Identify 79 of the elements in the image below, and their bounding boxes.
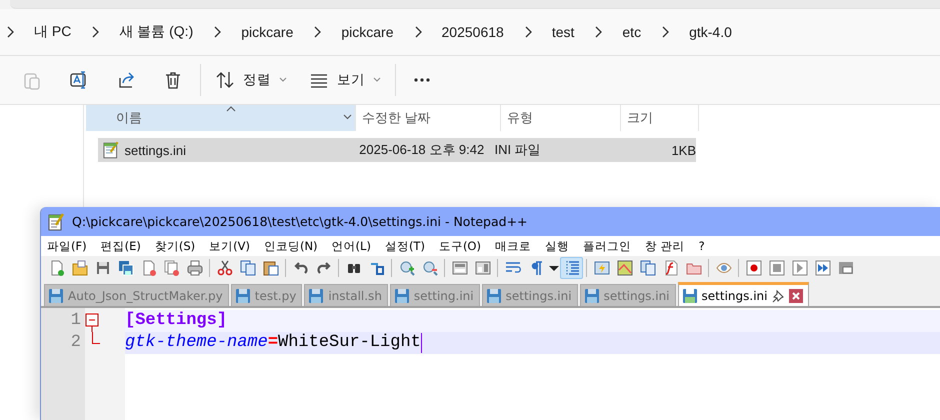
notepad-app-icon <box>48 212 64 230</box>
map-icon <box>616 260 632 276</box>
chevron-icon <box>414 26 422 38</box>
menu-item[interactable]: ? <box>698 239 705 253</box>
document-list-icon <box>640 260 656 276</box>
breadcrumb-item[interactable]: test <box>552 24 574 40</box>
menu-item[interactable]: 도구(O) <box>438 238 481 254</box>
breadcrumb-item[interactable]: gtk-4.0 <box>689 24 732 40</box>
modified-date: 2025-06-18 오후 9:42 <box>359 141 486 159</box>
close-icon[interactable] <box>789 288 804 302</box>
copy-icon <box>240 260 256 276</box>
file-row[interactable]: settings.ini 2025-06-18 오후 9:42 INI 파일 1KB <box>98 138 696 162</box>
menu-item[interactable]: 설정(T) <box>384 238 425 254</box>
notepad-file-icon <box>102 141 120 159</box>
printer-icon <box>186 260 202 276</box>
chevron-icon <box>524 26 532 38</box>
dropdown-icon <box>548 266 558 270</box>
zoom-out-icon <box>422 260 438 276</box>
line-number: 1 <box>70 310 82 332</box>
chevron-icon <box>594 26 602 38</box>
column-header[interactable]: 유형 <box>501 105 621 131</box>
more-icon <box>414 78 430 82</box>
chevron-icon <box>91 26 100 38</box>
breadcrumb-item[interactable]: pickcare <box>341 24 394 40</box>
breadcrumb-item[interactable]: etc <box>622 24 642 40</box>
menu-item[interactable]: 언어(L) <box>332 238 371 254</box>
record-icon <box>746 260 762 276</box>
menu-item[interactable]: 보기(V) <box>209 238 250 254</box>
play-icon <box>792 260 808 276</box>
view-button[interactable]: 보기 <box>301 63 389 97</box>
pin-icon <box>771 288 786 302</box>
indent-guide-icon <box>564 260 580 276</box>
window-title: Q:\pickcare\pickcare\20250618\test\etc\gtk-4.0\settings.ini - Notepad++ <box>72 214 528 229</box>
fold-line-icon <box>92 332 100 344</box>
function-list-icon <box>662 260 678 276</box>
menu-item[interactable]: 매크로 <box>494 238 531 254</box>
file-type: INI 파일 <box>494 141 542 159</box>
lightning-panel-icon <box>594 260 610 276</box>
menu-item[interactable]: 창 관리 <box>644 238 685 254</box>
menu-item[interactable]: 찾기(S) <box>154 238 196 254</box>
chevron-icon <box>313 26 322 38</box>
paste-icon <box>262 260 278 276</box>
file-name: settings.ini <box>124 142 187 158</box>
breadcrumb-item[interactable]: 새 볼륨 (Q:) <box>119 23 194 41</box>
redo-icon <box>316 260 332 276</box>
chevron-icon <box>213 26 222 38</box>
folder-icon <box>72 260 88 276</box>
column-header[interactable]: 이름 <box>86 105 356 131</box>
floppy-disks-icon <box>118 260 134 276</box>
breadcrumb-item[interactable]: pickcare <box>241 24 294 40</box>
dropdown-icon <box>343 114 352 120</box>
sort-icon <box>215 70 235 90</box>
chevron-icon <box>661 26 670 38</box>
trash-icon <box>163 70 183 90</box>
stop-icon <box>768 260 784 276</box>
scissors-icon <box>216 260 232 276</box>
close-files-icon <box>164 260 180 276</box>
menu-item[interactable]: 인코딩(N) <box>264 238 318 254</box>
column-header[interactable]: 수정한 날짜 <box>356 105 501 131</box>
menu-item[interactable]: 편집(E) <box>100 238 141 254</box>
sort-button[interactable]: 정렬 <box>207 63 295 97</box>
fast-forward-icon <box>814 260 830 276</box>
breadcrumb-item[interactable]: 20250618 <box>442 24 504 40</box>
caret-icon <box>279 77 287 83</box>
chevron-icon <box>6 26 14 38</box>
file-size: 1KB <box>670 142 696 158</box>
line-number: 2 <box>70 332 82 354</box>
close-file-icon <box>140 260 156 276</box>
undo-icon <box>292 260 308 276</box>
breadcrumb-item[interactable]: 내 PC <box>34 23 72 41</box>
caret-icon <box>373 77 381 83</box>
file-tab[interactable]: settings.ini <box>678 282 810 306</box>
menu-item[interactable]: 파일(F) <box>47 238 87 254</box>
zoom-in-icon <box>398 260 414 276</box>
menu-item[interactable]: 실행 <box>544 238 569 254</box>
menu-item[interactable]: 플러그인 <box>582 238 631 254</box>
new-file-icon <box>48 260 64 276</box>
eye-icon <box>716 260 732 276</box>
column-header[interactable]: 크기 <box>621 105 699 131</box>
